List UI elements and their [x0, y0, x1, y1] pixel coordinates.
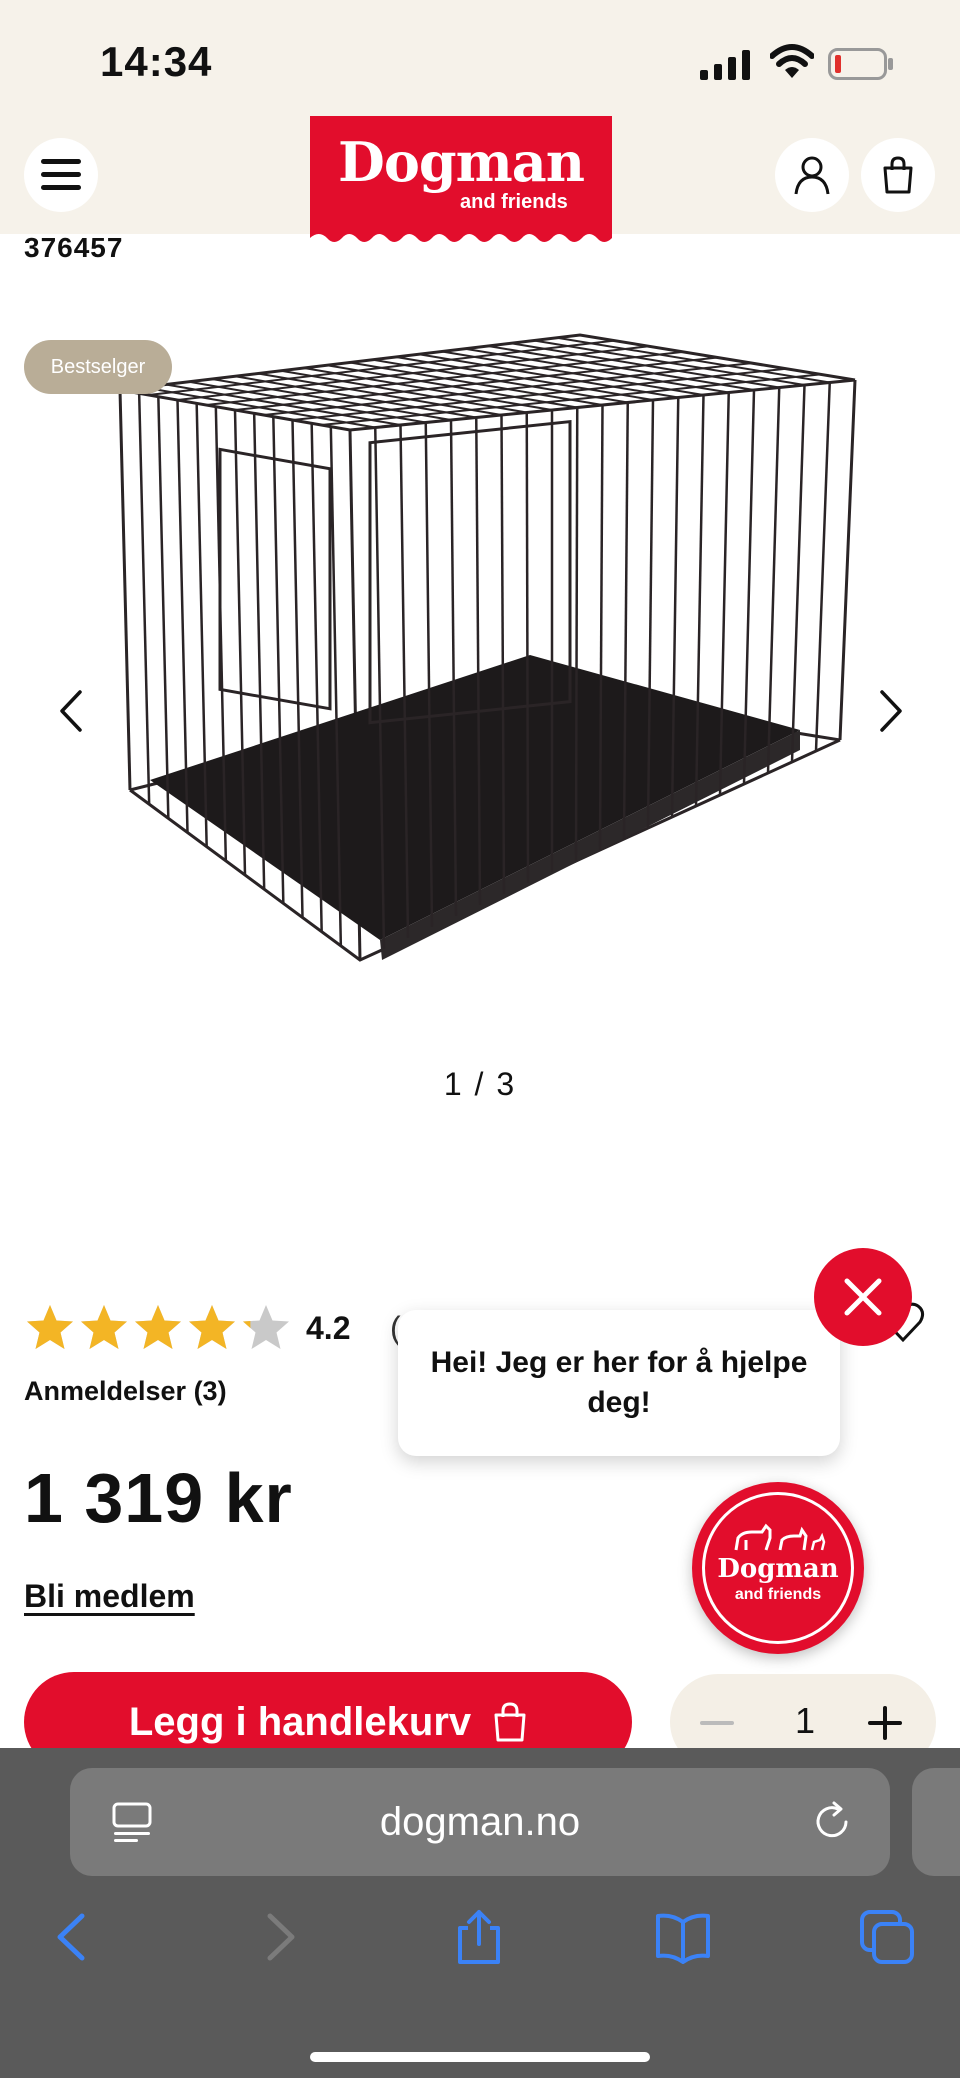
top-area: 14:34 Dogman and friends — [0, 0, 960, 242]
tabs-icon[interactable] — [858, 1908, 916, 1966]
next-image-arrow[interactable] — [870, 686, 910, 736]
logo-wordmark: Dogman — [338, 130, 585, 194]
reviews-link[interactable]: Anmeldelser (3) — [24, 1376, 227, 1407]
dog-cat-silhouette-icon — [734, 1523, 826, 1551]
account-button[interactable] — [775, 138, 849, 212]
chat-launcher-button[interactable]: Dogman and friends — [692, 1482, 864, 1654]
next-tab-peek[interactable] — [912, 1768, 960, 1876]
bookmarks-icon[interactable] — [654, 1908, 712, 1966]
user-icon — [794, 156, 830, 195]
url-text: dogman.no — [379, 1800, 581, 1844]
bestseller-badge: Bestselger — [24, 340, 172, 394]
cart-button[interactable] — [861, 138, 935, 212]
add-to-cart-label: Legg i handlekurv — [128, 1699, 472, 1744]
cellular-signal-icon — [700, 50, 750, 80]
wifi-icon — [770, 44, 814, 78]
chat-greeting-bubble[interactable]: Hei! Jeg er her for å hjelpe deg! — [398, 1310, 840, 1456]
chat-avatar-subtitle: and friends — [734, 1586, 822, 1603]
address-bar[interactable]: dogman.no — [70, 1768, 890, 1876]
chat-close-button[interactable] — [814, 1248, 912, 1346]
dogman-logo[interactable]: Dogman and friends — [310, 116, 612, 246]
star-icon — [243, 1305, 289, 1349]
quantity-value: 1 — [794, 1700, 816, 1741]
back-arrow-icon[interactable] — [44, 1908, 102, 1966]
bag-icon — [883, 156, 913, 194]
menu-button[interactable] — [24, 138, 98, 212]
decrease-quantity-button[interactable] — [692, 1698, 742, 1748]
home-indicator — [310, 2052, 650, 2062]
rating-value: 4.2 — [306, 1310, 351, 1346]
page: 14:34 Dogman and friends 376457 Bestselg… — [0, 0, 960, 2078]
increase-quantity-button[interactable] — [860, 1698, 910, 1748]
star-icon — [81, 1305, 127, 1349]
battery-icon — [828, 48, 893, 80]
reload-icon[interactable] — [810, 1800, 854, 1844]
chat-avatar-logo: Dogman — [717, 1554, 839, 1584]
rating-stars[interactable] — [24, 1302, 292, 1354]
star-icon — [189, 1305, 235, 1349]
chat-greeting-text: Hei! Jeg er her for å hjelpe deg! — [430, 1346, 808, 1419]
image-counter: 1 / 3 — [443, 1066, 517, 1102]
close-icon — [844, 1278, 882, 1316]
forward-arrow-icon[interactable] — [250, 1908, 308, 1966]
previous-image-arrow[interactable] — [52, 686, 92, 736]
product-price: 1 319 kr — [24, 1459, 293, 1537]
product-image-dog-cage[interactable] — [110, 320, 870, 1000]
browser-toolbar: dogman.no — [0, 1748, 960, 2078]
menu-icon — [41, 159, 81, 190]
star-icon — [135, 1305, 181, 1349]
star-icon — [27, 1305, 73, 1349]
status-time: 14:34 — [100, 38, 213, 85]
become-member-link[interactable]: Bli medlem — [24, 1578, 195, 1615]
product-sku: 376457 — [24, 232, 124, 263]
logo-subtitle: and friends — [460, 191, 568, 213]
cart-bag-icon — [494, 1702, 526, 1742]
share-icon[interactable] — [450, 1908, 508, 1966]
